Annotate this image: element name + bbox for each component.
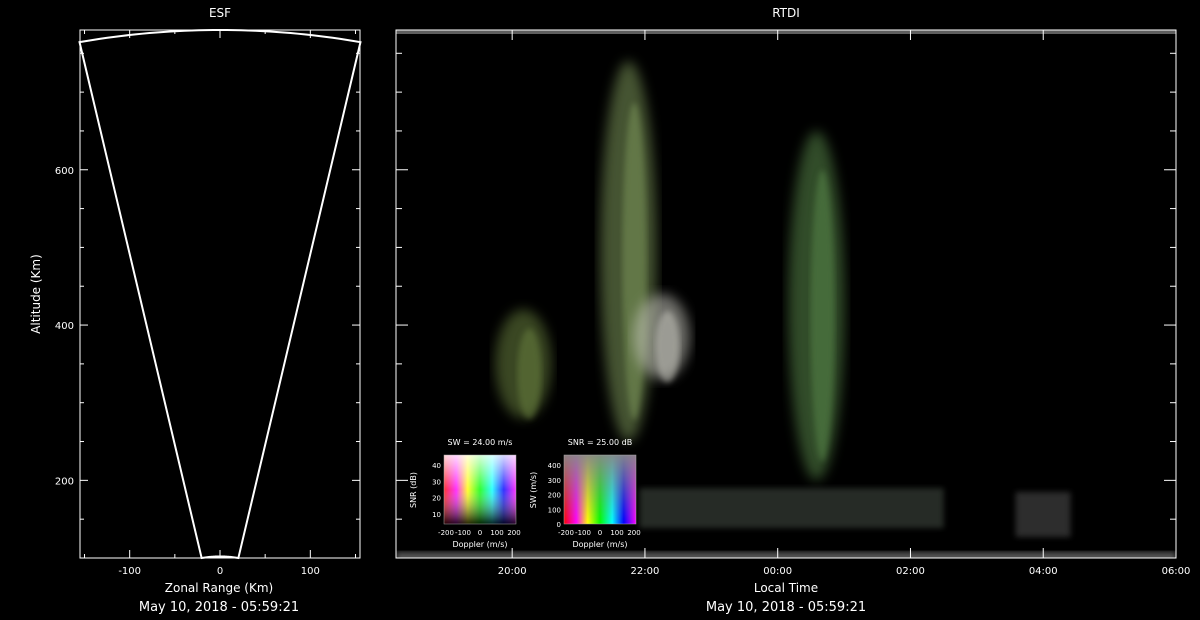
esf-ytick-label: 600 [55, 166, 74, 177]
legend-snr-xticks: -200 -100 0 100 200 [558, 529, 641, 537]
legend-snr-xlabel: Doppler (m/s) [572, 540, 627, 549]
legend-sw-title: SW = 24.00 m/s [448, 438, 513, 447]
rtdi-xtick-label: 00:00 [763, 566, 792, 577]
esf-xtick-label: 0 [217, 566, 223, 577]
color-legend-snr: SNR = 25.00 dB SW (m/s) Doppler (m/s) 40… [529, 438, 641, 549]
legend-snr-grey [564, 455, 636, 524]
rtdi-xlabel: Local Time [754, 581, 818, 595]
esf-xtick-label: 100 [301, 566, 320, 577]
legend-sw-yticks: 40 30 20 10 [432, 462, 441, 519]
esf-panel: ESF 200 400 600 -100 0 100 Zonal Range (Km) A… [29, 6, 362, 615]
legend-xtick-label: 0 [598, 529, 602, 537]
legend-ytick-label: 0 [557, 521, 561, 529]
legend-xtick-label: -100 [575, 529, 591, 537]
rtdi-low-echo [639, 488, 944, 529]
legend-ytick-label: 100 [548, 506, 561, 514]
esf-xtick-label: -100 [118, 566, 141, 577]
esf-plot-frame [79, 29, 361, 559]
legend-ytick-label: 200 [548, 492, 561, 500]
esf-ylabel: Altitude (Km) [29, 254, 43, 334]
esf-timestamp: May 10, 2018 - 05:59:21 [139, 600, 299, 615]
rtdi-xtick-label: 20:00 [498, 566, 527, 577]
legend-xtick-label: -200 [558, 529, 574, 537]
legend-snr-yticks: 400 300 200 100 0 [548, 462, 561, 529]
legend-xtick-label: 200 [507, 529, 520, 537]
legend-ytick-label: 30 [432, 478, 441, 486]
rtdi-xtick-label: 22:00 [631, 566, 660, 577]
rtdi-xtick-label: 06:00 [1162, 566, 1191, 577]
legend-sw-xticks: -200 -100 0 100 200 [438, 529, 521, 537]
rtdi-plume-core [655, 311, 680, 383]
legend-xtick-label: -100 [455, 529, 471, 537]
esf-ticks: 200 400 600 -100 0 100 [55, 30, 360, 577]
legend-ytick-label: 20 [432, 495, 441, 503]
legend-ytick-label: 10 [432, 511, 441, 519]
esf-title: ESF [209, 6, 231, 20]
rtdi-timestamp: May 10, 2018 - 05:59:21 [706, 600, 866, 615]
rtdi-plume-core [810, 170, 835, 462]
rtdi-xtick-label: 04:00 [1029, 566, 1058, 577]
esf-beam-outline [78, 28, 362, 560]
esf-ytick-label: 200 [55, 476, 74, 487]
esf-ytick-label: 400 [55, 321, 74, 332]
rtdi-xtick-label: 02:00 [896, 566, 925, 577]
legend-snr-ylabel: SW (m/s) [529, 472, 538, 508]
rtdi-top-strip [396, 30, 1176, 34]
legend-sw-ylabel: SNR (dB) [409, 472, 418, 508]
legend-sw-shade [444, 455, 516, 524]
rtdi-title: RTDI [772, 6, 800, 20]
legend-ytick-label: 300 [548, 477, 561, 485]
rtdi-plume-core [622, 102, 647, 420]
rtdi-low-echo-late [1015, 492, 1071, 537]
rtdi-plume-core [517, 328, 542, 420]
legend-xtick-label: 100 [610, 529, 623, 537]
color-legend-sw: SW = 24.00 m/s SNR (dB) Doppler (m/s) 40… [409, 438, 521, 549]
esf-xlabel: Zonal Range (Km) [165, 581, 273, 595]
rtdi-panel: RTDI 20:00 22:00 00:00 02:00 04:00 06:00 Loca… [395, 6, 1191, 615]
legend-xtick-label: -200 [438, 529, 454, 537]
chart-figure: ESF 200400600-100 0 100 Zonal Range (Km) A… [29, 6, 1191, 615]
legend-snr-title: SNR = 25.00 dB [568, 438, 632, 447]
legend-sw-xlabel: Doppler (m/s) [452, 540, 507, 549]
legend-xtick-label: 0 [478, 529, 482, 537]
legend-xtick-label: 100 [490, 529, 503, 537]
legend-ytick-label: 400 [548, 462, 561, 470]
legend-xtick-label: 200 [627, 529, 640, 537]
legend-ytick-label: 40 [432, 462, 441, 470]
